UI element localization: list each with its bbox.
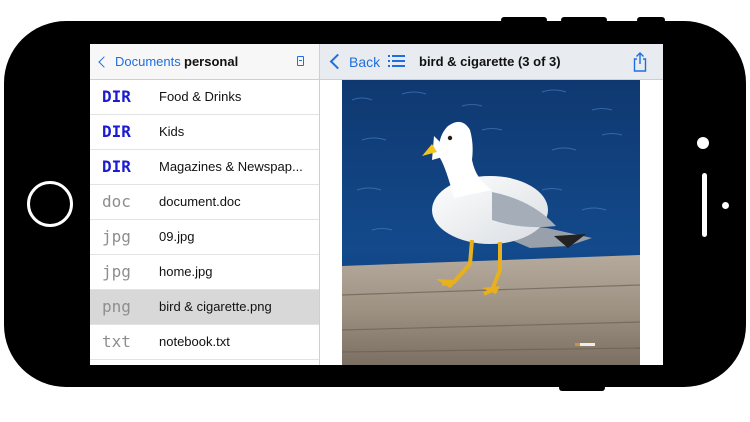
file-row[interactable]: DIR Kids xyxy=(90,115,319,150)
detail-title: bird & cigarette (3 of 3) xyxy=(419,54,561,69)
file-name: 09.jpg xyxy=(159,229,195,244)
file-name: document.doc xyxy=(159,194,241,209)
file-row[interactable]: DIR Magazines & Newspap... xyxy=(90,150,319,185)
back-button-label: Back xyxy=(349,53,381,70)
detail-navbar: Back bird & cigarette (3 of 3) xyxy=(320,44,663,80)
home-button[interactable] xyxy=(27,181,73,227)
back-label: Documents xyxy=(115,54,181,69)
bird-photo xyxy=(342,80,640,365)
documents-back-button[interactable]: Documents xyxy=(97,44,181,79)
side-button xyxy=(501,17,547,23)
back-button[interactable]: Back xyxy=(329,44,380,79)
list-icon[interactable] xyxy=(388,54,405,68)
camera xyxy=(697,137,709,149)
file-name: notebook.txt xyxy=(159,334,230,349)
folder-title: personal xyxy=(184,54,239,69)
file-name: Magazines & Newspap... xyxy=(159,159,303,174)
master-navbar: Documents personal xyxy=(90,44,319,80)
file-row[interactable]: doc document.doc xyxy=(90,185,319,220)
file-list: DIR Food & Drinks DIR Kids DIR Magazines & Ne… xyxy=(90,80,319,360)
side-button xyxy=(561,17,607,23)
file-name: Food & Drinks xyxy=(159,89,242,104)
file-type-label: png xyxy=(102,297,131,316)
chevron-left-icon xyxy=(98,55,110,68)
file-row[interactable]: jpg home.jpg xyxy=(90,255,319,290)
sensor xyxy=(722,202,729,209)
file-name: home.jpg xyxy=(159,264,213,279)
file-type-label: txt xyxy=(102,332,131,351)
share-icon[interactable] xyxy=(632,52,648,72)
file-row[interactable]: jpg 09.jpg xyxy=(90,220,319,255)
file-name: bird & cigarette.png xyxy=(159,299,272,314)
file-browser-pane: Documents personal DIR Food & Drinks DIR Ki… xyxy=(90,44,320,365)
file-type-label: jpg xyxy=(102,262,131,281)
side-button xyxy=(559,385,605,391)
file-type-label: doc xyxy=(102,192,131,211)
file-type-label: DIR xyxy=(102,157,131,176)
side-button xyxy=(637,17,665,23)
file-row[interactable]: txt notebook.txt xyxy=(90,325,319,360)
file-row[interactable]: DIR Food & Drinks xyxy=(90,80,319,115)
app-screen: Documents personal DIR Food & Drinks DIR Ki… xyxy=(90,44,663,365)
document-icon[interactable] xyxy=(297,56,304,66)
file-name: Kids xyxy=(159,124,185,139)
file-type-label: DIR xyxy=(102,122,131,141)
file-type-label: jpg xyxy=(102,227,131,246)
file-type-label: DIR xyxy=(102,87,131,106)
chevron-left-icon xyxy=(329,53,346,70)
speaker xyxy=(702,173,707,237)
preview-pane: Back bird & cigarette (3 of 3) xyxy=(320,44,663,365)
file-row[interactable]: png bird & cigarette.png xyxy=(90,290,319,325)
